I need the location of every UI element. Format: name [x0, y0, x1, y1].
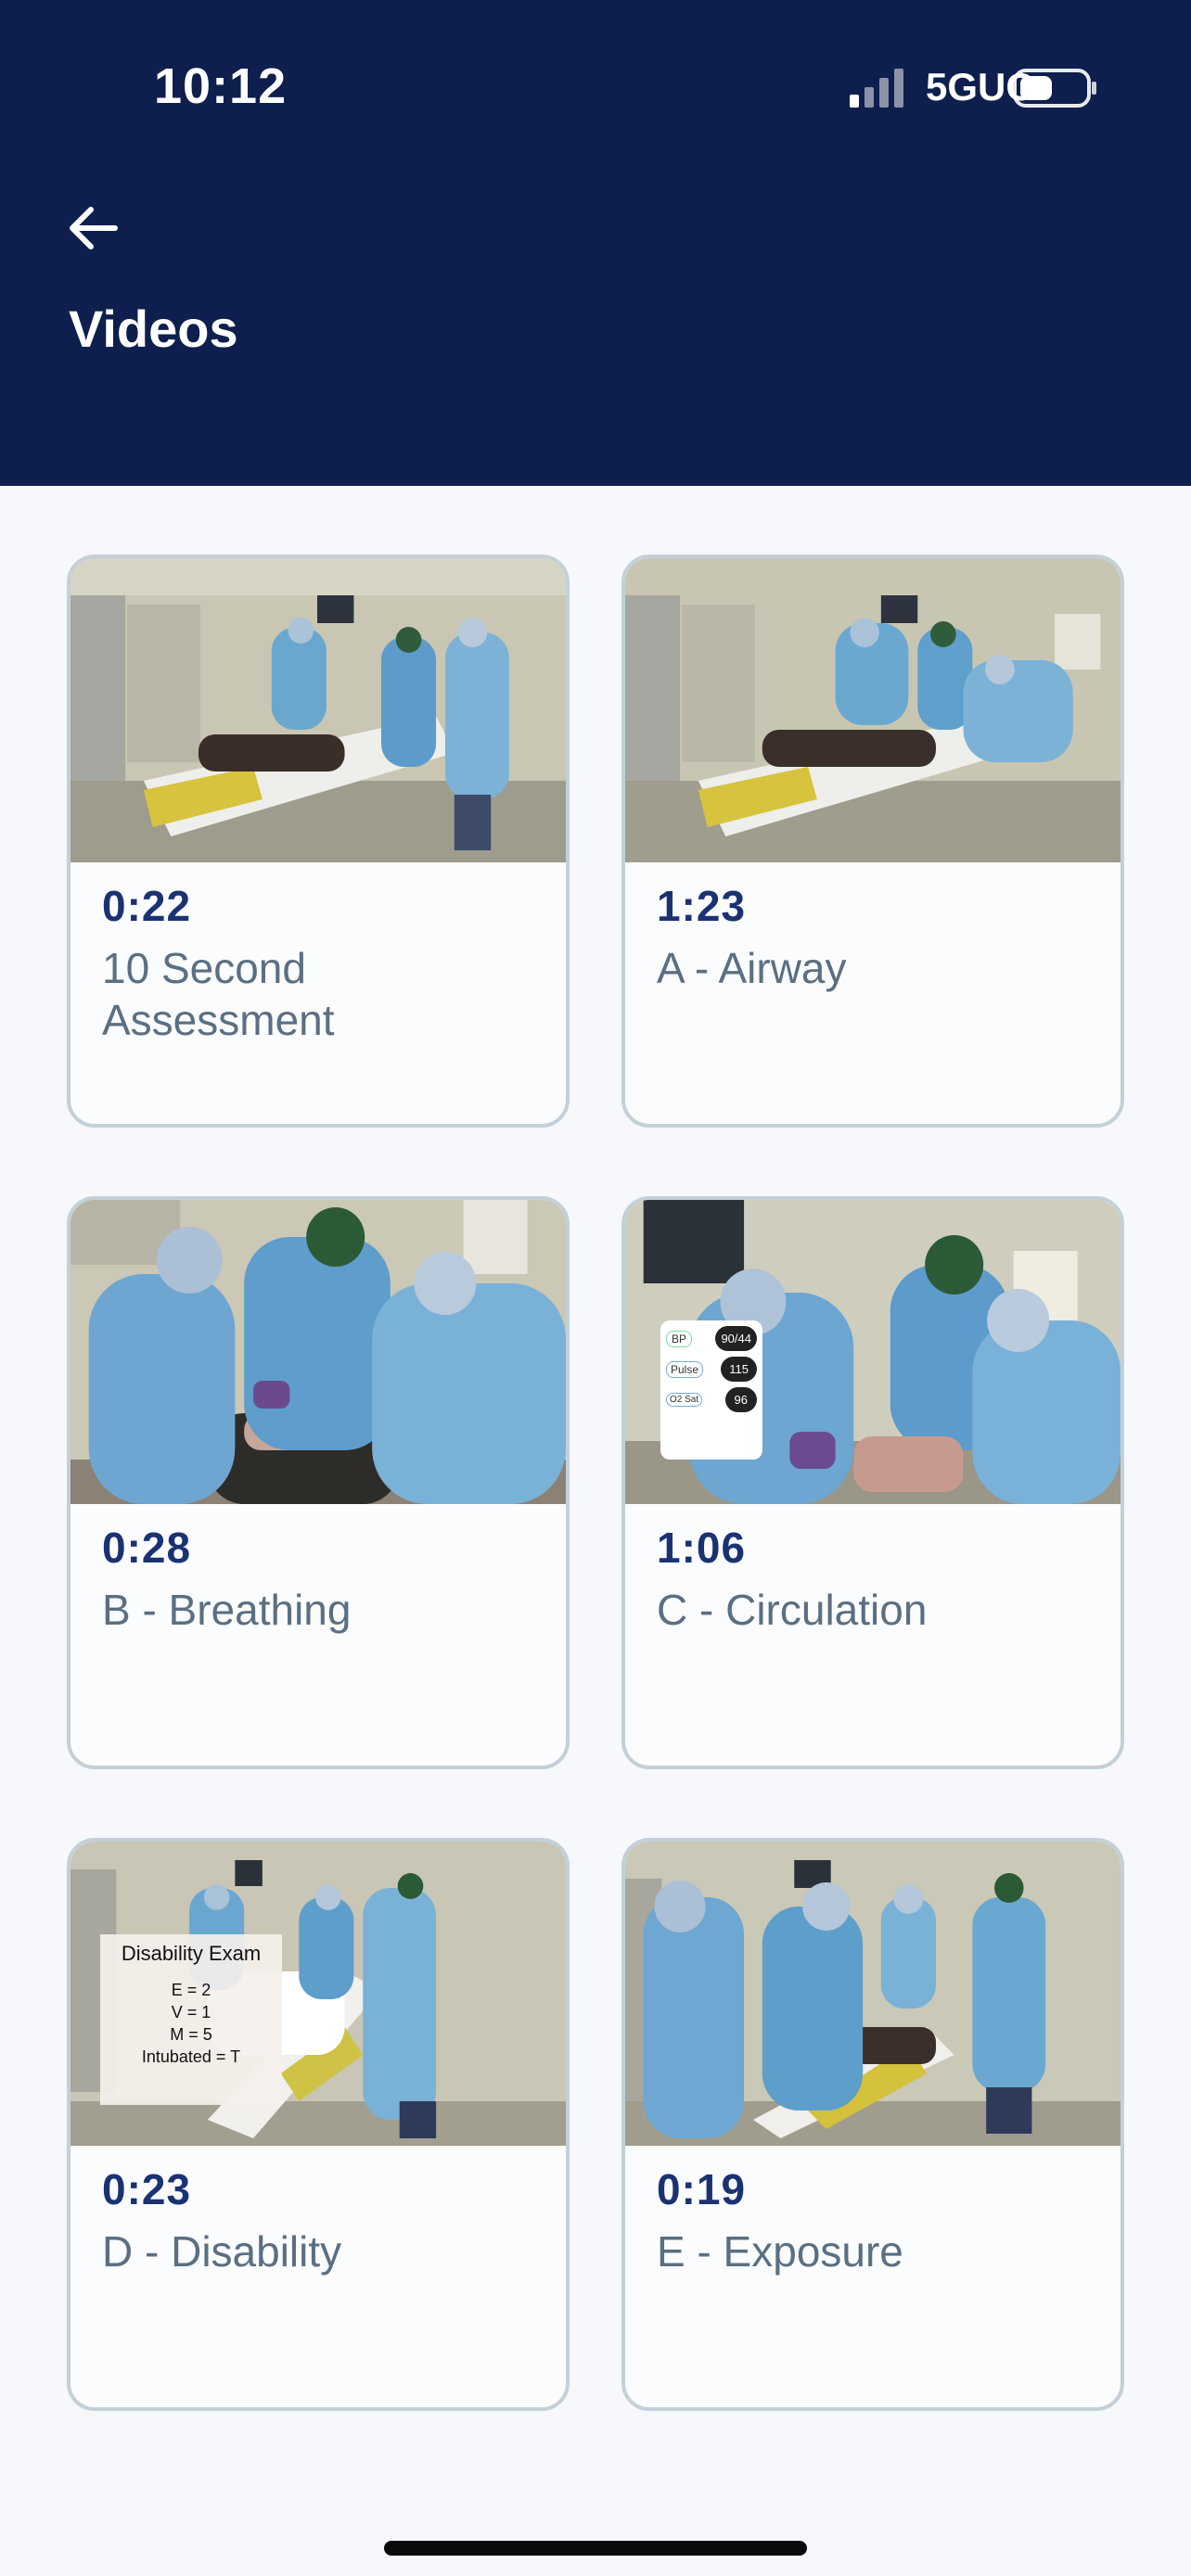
video-duration: 0:19 — [657, 2165, 747, 2213]
video-card[interactable]: 1:23 A - Airway — [621, 555, 1124, 1128]
overlay-line: Intubated = T — [141, 2047, 241, 2066]
status-time: 10:12 — [154, 58, 288, 114]
home-indicator[interactable] — [384, 2541, 807, 2556]
o2-value: 96 — [724, 1387, 757, 1412]
video-thumbnail — [70, 1200, 566, 1504]
overlay-line: E = 2 — [171, 1981, 211, 1999]
video-thumbnail — [625, 1842, 1121, 2146]
app-header: 10:12 5GUC Videos — [0, 0, 1191, 486]
video-title: E - Exposure — [657, 2227, 903, 2276]
video-duration: 0:28 — [102, 1524, 192, 1572]
o2-label: O2 Sat — [666, 1393, 703, 1407]
pulse-value: 115 — [721, 1357, 757, 1382]
video-duration: 0:22 — [102, 882, 192, 930]
arrow-left-icon — [70, 207, 118, 249]
video-duration: 0:23 — [102, 2165, 192, 2213]
video-duration: 1:06 — [657, 1524, 747, 1572]
bp-value: 90/44 — [715, 1326, 757, 1351]
battery-icon — [1013, 69, 1096, 108]
video-card[interactable]: 0:19 E - Exposure — [621, 1838, 1124, 2411]
video-title: B - Breathing — [102, 1586, 352, 1634]
overlay-heading: Disability Exam — [121, 1942, 262, 1965]
vitals-overlay: BP 90/44 Pulse 115 O2 Sat 96 — [660, 1320, 762, 1460]
video-title: C - Circulation — [657, 1586, 928, 1634]
video-title: D - Disability — [102, 2227, 342, 2276]
video-card[interactable]: 0:22 10 Second Assessment — [67, 555, 570, 1128]
back-button[interactable] — [59, 200, 124, 256]
cellular-signal-icon — [850, 69, 903, 108]
pulse-label: Pulse — [666, 1360, 704, 1378]
overlay-line: M = 5 — [170, 2025, 212, 2044]
video-card[interactable]: Disability Exam E = 2 V = 1 M = 5 Intuba… — [67, 1838, 570, 2411]
video-title: A - Airway — [657, 944, 847, 992]
video-card[interactable]: 0:28 B - Breathing — [67, 1196, 570, 1769]
overlay-line: V = 1 — [171, 2003, 211, 2021]
video-thumbnail — [70, 558, 566, 862]
video-card[interactable]: BP 90/44 Pulse 115 O2 Sat 96 1:06 C - Ci… — [621, 1196, 1124, 1769]
video-title: 10 Second Assessment — [102, 944, 335, 1045]
video-thumbnail — [625, 558, 1121, 862]
video-duration: 1:23 — [657, 882, 747, 930]
page-title: Videos — [69, 300, 238, 358]
disability-exam-overlay: Disability Exam E = 2 V = 1 M = 5 Intuba… — [100, 1934, 282, 2105]
bp-label: BP — [666, 1330, 693, 1347]
